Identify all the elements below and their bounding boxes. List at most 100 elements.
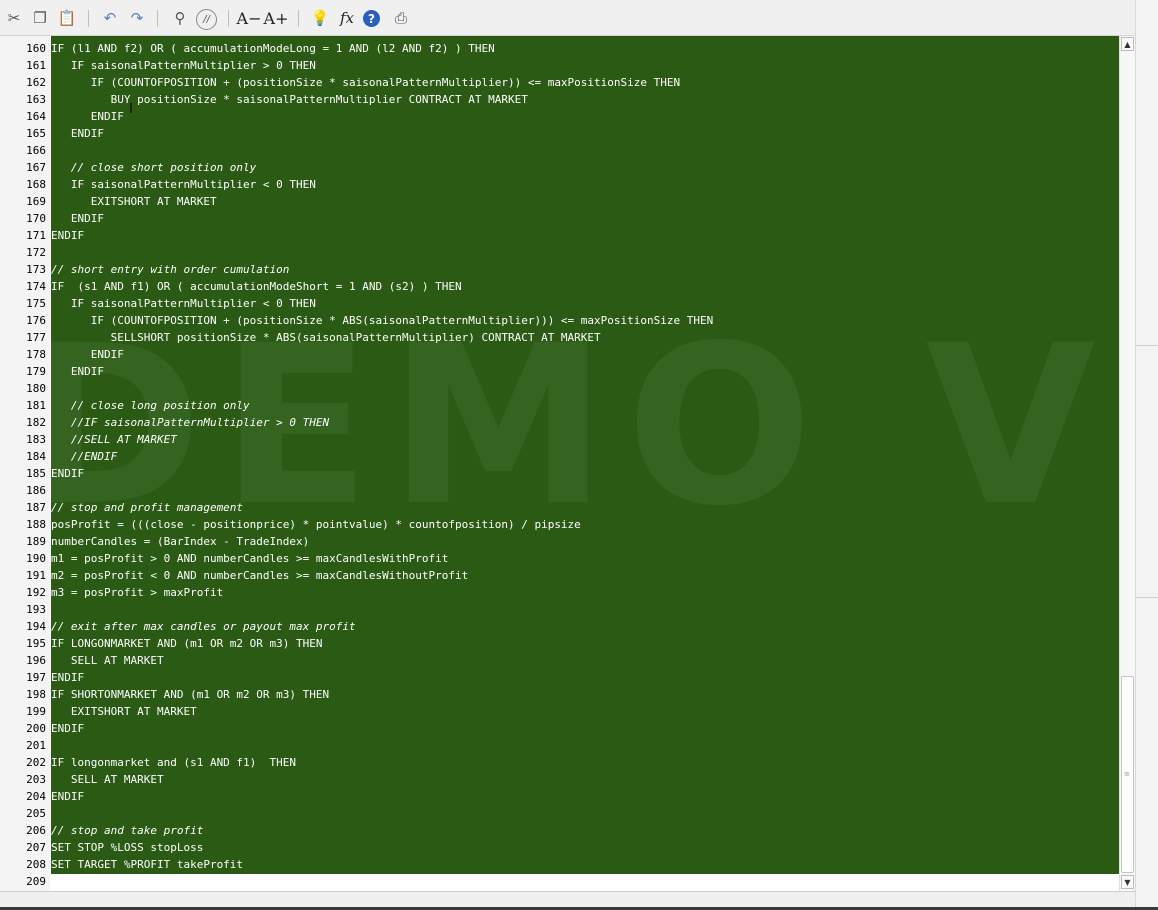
code-line[interactable]: 177 SELLSHORT positionSize * ABS(saisona… — [0, 329, 1119, 346]
code-text[interactable]: SELLSHORT positionSize * ABS(saisonalPat… — [51, 329, 601, 346]
code-line[interactable]: 204 ENDIF — [0, 788, 1119, 805]
increase-font-icon[interactable]: A+ — [264, 7, 289, 29]
code-text[interactable]: ENDIF — [51, 210, 104, 227]
code-text[interactable]: m1 = posProfit > 0 AND numberCandles >= … — [51, 550, 448, 567]
code-text[interactable]: ENDIF — [51, 227, 84, 244]
copy-icon[interactable]: ❐ — [29, 7, 51, 29]
code-text[interactable]: m2 = posProfit < 0 AND numberCandles >= … — [51, 567, 468, 584]
code-line[interactable]: 175 IF saisonalPatternMultiplier < 0 THE… — [0, 295, 1119, 312]
code-line[interactable]: 208 SET TARGET %PROFIT takeProfit — [0, 856, 1119, 873]
code-line[interactable]: 203 SELL AT MARKET — [0, 771, 1119, 788]
code-text[interactable]: m3 = posProfit > maxProfit — [51, 584, 223, 601]
code-line[interactable]: 162 IF (COUNTOFPOSITION + (positionSize … — [0, 74, 1119, 91]
code-line[interactable]: 181 // close long position only — [0, 397, 1119, 414]
code-text[interactable]: SELL AT MARKET — [51, 771, 164, 788]
scrollbar-thumb[interactable]: ≡ — [1121, 676, 1134, 873]
paste-icon[interactable]: 📋 — [56, 7, 78, 29]
code-text[interactable]: ENDIF — [51, 788, 84, 805]
code-line[interactable]: 185 ENDIF — [0, 465, 1119, 482]
code-editor[interactable]: DEMO VERS 160IF (l1 AND f2) OR ( accumul… — [0, 36, 1119, 891]
code-line[interactable]: 209 — [0, 873, 1119, 890]
code-text[interactable]: // stop and take profit — [51, 822, 203, 839]
code-line[interactable]: 188 posProfit = (((close - positionprice)… — [0, 516, 1119, 533]
redo-icon[interactable]: ↷ — [126, 7, 148, 29]
code-text[interactable]: IF (s1 AND f1) OR ( accumulationModeShor… — [51, 278, 462, 295]
code-line[interactable]: 164 ENDIF — [0, 108, 1119, 125]
code-text[interactable]: numberCandles = (BarIndex - TradeIndex) — [51, 533, 309, 550]
code-text[interactable]: ENDIF — [51, 108, 124, 125]
code-line[interactable]: 205 — [0, 805, 1119, 822]
code-text[interactable]: ENDIF — [51, 465, 84, 482]
code-line[interactable]: 189 numberCandles = (BarIndex - TradeInde… — [0, 533, 1119, 550]
comment-icon[interactable]: // — [196, 9, 217, 30]
code-text[interactable]: ENDIF — [51, 346, 124, 363]
code-text[interactable]: SELL AT MARKET — [51, 652, 164, 669]
code-text[interactable]: //ENDIF — [51, 448, 117, 465]
code-line[interactable]: 200 ENDIF — [0, 720, 1119, 737]
code-line[interactable]: 178 ENDIF — [0, 346, 1119, 363]
code-text[interactable]: IF saisonalPatternMultiplier < 0 THEN — [51, 176, 316, 193]
code-text[interactable]: // close short position only — [51, 159, 256, 176]
code-text[interactable]: // stop and profit management — [51, 499, 243, 516]
code-line[interactable]: 171 ENDIF — [0, 227, 1119, 244]
code-line[interactable]: 161 IF saisonalPatternMultiplier > 0 THE… — [0, 57, 1119, 74]
code-line[interactable]: 166 — [0, 142, 1119, 159]
code-line[interactable]: 168 IF saisonalPatternMultiplier < 0 THE… — [0, 176, 1119, 193]
help-icon[interactable]: ? — [363, 10, 380, 27]
code-line[interactable]: 160 IF (l1 AND f2) OR ( accumulationModeL… — [0, 40, 1119, 57]
code-line[interactable]: 193 — [0, 601, 1119, 618]
code-text[interactable]: IF SHORTONMARKET AND (m1 OR m2 OR m3) TH… — [51, 686, 329, 703]
code-line[interactable]: 179 ENDIF — [0, 363, 1119, 380]
code-line[interactable]: 187 // stop and profit management — [0, 499, 1119, 516]
code-text[interactable]: IF (l1 AND f2) OR ( accumulationModeLong… — [51, 40, 495, 57]
code-text[interactable]: IF (COUNTOFPOSITION + (positionSize * AB… — [51, 312, 714, 329]
code-line[interactable]: 174 IF (s1 AND f1) OR ( accumulationModeS… — [0, 278, 1119, 295]
code-text[interactable]: SET TARGET %PROFIT takeProfit — [51, 856, 243, 873]
code-line[interactable]: 184 //ENDIF — [0, 448, 1119, 465]
code-line[interactable]: 167 // close short position only — [0, 159, 1119, 176]
code-line[interactable]: 170 ENDIF — [0, 210, 1119, 227]
lightbulb-icon[interactable]: 💡 — [309, 7, 331, 29]
code-text[interactable]: IF saisonalPatternMultiplier > 0 THEN — [51, 57, 316, 74]
code-line[interactable]: 176 IF (COUNTOFPOSITION + (positionSize … — [0, 312, 1119, 329]
code-text[interactable]: ENDIF — [51, 125, 104, 142]
code-line[interactable]: 182 //IF saisonalPatternMultiplier > 0 T… — [0, 414, 1119, 431]
code-line[interactable]: 186 — [0, 482, 1119, 499]
code-text[interactable]: EXITSHORT AT MARKET — [51, 193, 217, 210]
code-text[interactable]: //SELL AT MARKET — [51, 431, 177, 448]
cut-icon[interactable]: ✂ — [3, 7, 25, 29]
code-text[interactable]: EXITSHORT AT MARKET — [51, 703, 197, 720]
code-line[interactable]: 194 // exit after max candles or payout m… — [0, 618, 1119, 635]
scroll-up-icon[interactable]: ▲ — [1121, 37, 1134, 51]
code-line[interactable]: 197 ENDIF — [0, 669, 1119, 686]
code-line[interactable]: 196 SELL AT MARKET — [0, 652, 1119, 669]
code-text[interactable]: // exit after max candles or payout max … — [51, 618, 356, 635]
search-icon[interactable]: ⚲ — [169, 7, 191, 29]
code-line[interactable]: 165 ENDIF — [0, 125, 1119, 142]
code-line[interactable]: 195 IF LONGONMARKET AND (m1 OR m2 OR m3) … — [0, 635, 1119, 652]
print-icon[interactable]: ⎙ — [390, 7, 412, 29]
code-line[interactable]: 172 — [0, 244, 1119, 261]
code-text[interactable]: ENDIF — [51, 669, 84, 686]
code-line[interactable]: 199 EXITSHORT AT MARKET — [0, 703, 1119, 720]
code-text[interactable]: IF saisonalPatternMultiplier < 0 THEN — [51, 295, 316, 312]
code-text[interactable]: posProfit = (((close - positionprice) * … — [51, 516, 581, 533]
code-text[interactable]: BUY positionSize * saisonalPatternMultip… — [51, 91, 528, 108]
code-text[interactable]: IF longonmarket and (s1 AND f1) THEN — [51, 754, 296, 771]
code-line[interactable]: 190 m1 = posProfit > 0 AND numberCandles … — [0, 550, 1119, 567]
code-line[interactable]: 183 //SELL AT MARKET — [0, 431, 1119, 448]
code-text[interactable]: IF LONGONMARKET AND (m1 OR m2 OR m3) THE… — [51, 635, 323, 652]
code-text[interactable]: ENDIF — [51, 720, 84, 737]
code-line[interactable]: 191 m2 = posProfit < 0 AND numberCandles … — [0, 567, 1119, 584]
vertical-scrollbar[interactable]: ▲ ≡ ▼ — [1119, 36, 1135, 891]
code-line[interactable]: 180 — [0, 380, 1119, 397]
code-text[interactable]: IF (COUNTOFPOSITION + (positionSize * sa… — [51, 74, 680, 91]
code-text[interactable]: //IF saisonalPatternMultiplier > 0 THEN — [51, 414, 329, 431]
code-line[interactable]: 192 m3 = posProfit > maxProfit — [0, 584, 1119, 601]
code-line[interactable]: 169 EXITSHORT AT MARKET — [0, 193, 1119, 210]
undo-icon[interactable]: ↶ — [99, 7, 121, 29]
code-line[interactable]: 207 SET STOP %LOSS stopLoss — [0, 839, 1119, 856]
code-line[interactable]: 198 IF SHORTONMARKET AND (m1 OR m2 OR m3)… — [0, 686, 1119, 703]
code-line[interactable]: 163 BUY positionSize * saisonalPatternMu… — [0, 91, 1119, 108]
decrease-font-icon[interactable]: A− — [237, 7, 262, 29]
